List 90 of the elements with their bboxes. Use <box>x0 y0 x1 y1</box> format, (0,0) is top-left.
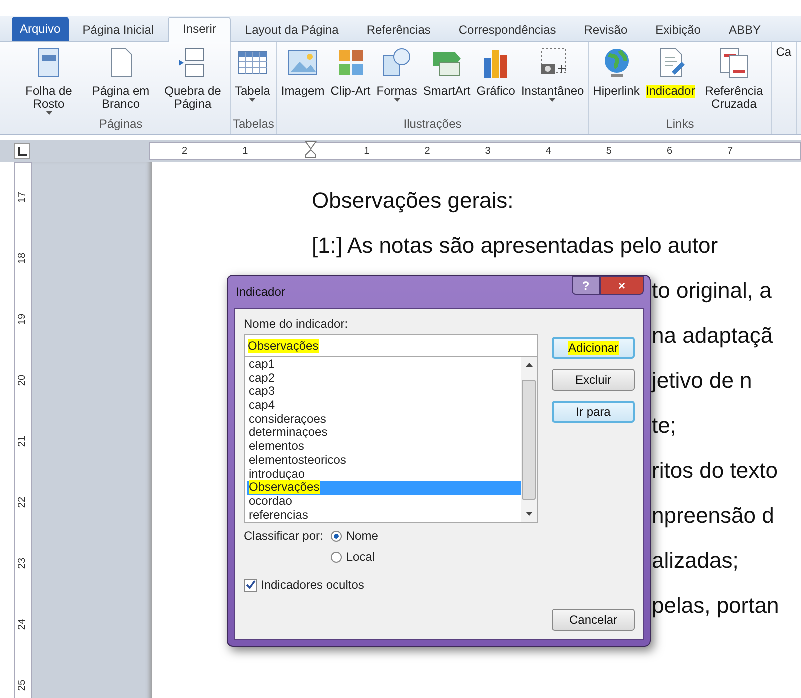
scroll-thumb[interactable] <box>522 380 536 500</box>
group-label: Páginas <box>98 117 144 133</box>
sort-label: Classificar por: <box>244 529 324 545</box>
ruler-number: 6 <box>666 146 672 156</box>
ribbon-button[interactable]: Gráfico <box>474 42 518 117</box>
cancel-button[interactable]: Cancelar <box>552 609 635 631</box>
ribbon-button[interactable]: Página em Branco <box>86 42 156 117</box>
ribbon-button[interactable]: Quebra de Página <box>158 42 228 117</box>
radio-button[interactable] <box>331 552 342 562</box>
hidden-bookmarks-checkbox[interactable]: Indicadores ocultos <box>244 578 538 592</box>
ribbon-button[interactable]: Hiperlink <box>591 42 642 117</box>
list-item[interactable]: elementosteoricos <box>247 454 521 468</box>
indent-marker-icon[interactable] <box>305 141 317 159</box>
ribbon-button[interactable]: Ca <box>774 42 794 134</box>
ruler-number: 4 <box>546 146 552 156</box>
dialog-button[interactable]: Excluir <box>552 369 635 391</box>
tab-stop-selector[interactable] <box>14 143 30 159</box>
ruler-number: 18 <box>18 252 28 264</box>
bookmark-name-field[interactable]: Observações <box>244 334 538 357</box>
ribbon-button[interactable]: Clip-Art <box>328 42 373 117</box>
list-item[interactable]: elementos <box>247 440 521 454</box>
document-text: [1:] As notas são apresentadas pelo autor <box>312 232 718 258</box>
ruler-number: 5 <box>606 146 612 156</box>
ribbon-button[interactable]: Indicador <box>644 42 698 117</box>
list-item[interactable]: cap3 <box>247 385 521 400</box>
ribbon-button[interactable]: Instantâneo <box>519 42 586 117</box>
tab-stop-icon <box>18 146 26 156</box>
ribbon-tab[interactable]: Layout da Página <box>231 19 353 41</box>
checkbox[interactable] <box>244 578 257 592</box>
ruler-number: 17 <box>18 192 28 204</box>
group-label: Links <box>665 117 696 133</box>
ribbon-tab[interactable]: Arquivo <box>12 17 69 41</box>
document-text: na adaptaçã <box>652 322 774 348</box>
list-item[interactable]: cap4 <box>247 399 521 413</box>
document-text: te; <box>652 412 676 438</box>
ribbon-button[interactable]: Formas <box>374 42 420 117</box>
ruler-number: 7 <box>728 146 734 156</box>
ruler-number: 1 <box>242 146 248 156</box>
document-text: ritos do texto <box>652 458 778 484</box>
document-text: npreensão d <box>652 502 774 528</box>
group-label: Ilustrações <box>402 117 463 133</box>
ruler-number: 2 <box>182 146 188 156</box>
ruler-number: 25 <box>18 680 28 692</box>
group-label: Tabelas <box>233 117 274 133</box>
ruler-number: 22 <box>18 496 28 508</box>
list-item[interactable]: Observações <box>247 481 521 495</box>
list-item[interactable]: consideraçoes <box>247 412 521 426</box>
ruler-number: 3 <box>485 146 491 156</box>
ruler-number: 23 <box>18 558 28 570</box>
document-text: jetivo de n <box>652 368 752 394</box>
ribbon-tab[interactable]: Correspondências <box>444 19 570 41</box>
ribbon-button[interactable]: Folha de Rosto <box>14 42 84 117</box>
ruler-number: 20 <box>18 374 28 386</box>
ribbon-tab[interactable]: ABBY <box>714 19 775 41</box>
list-item[interactable]: referencias <box>247 508 521 522</box>
list-item[interactable]: cap1 <box>247 358 521 372</box>
list-item[interactable]: determinaçoes <box>247 426 521 440</box>
ribbon-tab[interactable]: Revisão <box>570 19 642 41</box>
ribbon-tab[interactable]: Referências <box>352 19 445 41</box>
ribbon-tab[interactable]: Página Inicial <box>68 19 168 41</box>
scroll-up-icon[interactable] <box>526 363 532 367</box>
ribbon-tab[interactable]: Inserir <box>168 17 232 42</box>
ruler-number: 21 <box>18 436 28 448</box>
ruler-number: 2 <box>424 146 430 156</box>
scroll-down-icon[interactable] <box>526 512 532 516</box>
ruler-number: 24 <box>18 618 28 630</box>
document-text: pelas, portan <box>652 592 780 618</box>
list-item[interactable]: introduçao <box>247 468 521 482</box>
list-item[interactable]: cap2 <box>247 372 521 386</box>
ribbon-button[interactable]: Imagem <box>279 42 327 117</box>
ribbon-button[interactable]: Tabela <box>233 42 272 117</box>
ruler-number: 1 <box>364 146 370 156</box>
document-text: alizadas; <box>652 548 739 574</box>
field-label: Nome do indicador: <box>244 317 350 331</box>
close-button[interactable]: × <box>600 276 644 295</box>
dialog-title: Indicador <box>236 285 286 299</box>
ribbon-tab[interactable]: Exibição <box>642 19 715 41</box>
ribbon-button[interactable]: Referência Cruzada <box>699 42 770 117</box>
sort-option[interactable]: Nome <box>331 529 378 543</box>
document-text: Observações gerais: <box>312 188 514 214</box>
dialog-button[interactable]: Ir para <box>552 401 635 423</box>
sort-option[interactable]: Local <box>331 550 378 564</box>
dialog-button[interactable]: Adicionar <box>552 337 635 359</box>
list-item[interactable]: ocordao <box>247 494 521 509</box>
radio-button[interactable] <box>331 530 342 542</box>
checkmark-icon <box>246 580 256 590</box>
scrollbar[interactable] <box>521 357 537 522</box>
ruler-number: 19 <box>18 314 28 326</box>
ribbon-button[interactable]: SmartArt <box>421 42 473 117</box>
document-text: to original, a <box>652 278 772 304</box>
